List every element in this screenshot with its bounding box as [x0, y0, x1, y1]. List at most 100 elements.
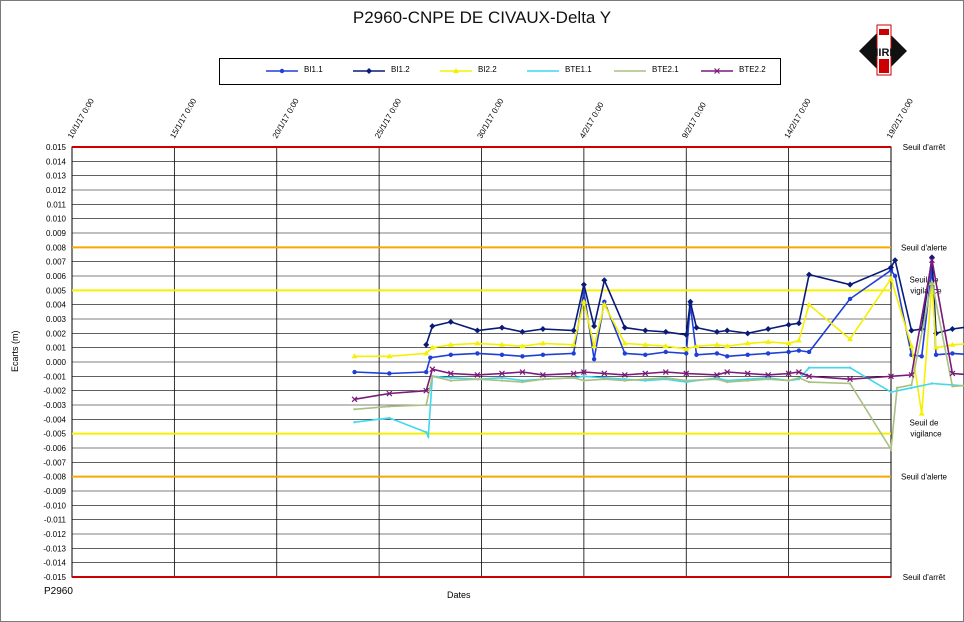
point-BI1.1 [475, 351, 480, 356]
point-BTE2.1 [889, 448, 893, 451]
y-tick-label: -0.011 [44, 516, 67, 525]
point-BTE2.1 [476, 378, 479, 381]
point-BTE2.1 [623, 379, 627, 382]
point-BI1.1 [424, 369, 429, 375]
point-BI1.1 [352, 369, 357, 375]
y-tick-label: -0.010 [43, 501, 66, 510]
y-tick-label: -0.001 [43, 372, 66, 381]
point-BI1.2 [474, 327, 481, 334]
point-BTE2.1 [500, 379, 504, 382]
y-tick-label: -0.005 [43, 430, 66, 439]
point-BI1.2 [662, 328, 669, 335]
y-tick-label: 0.015 [46, 143, 67, 152]
point-BI1.1 [387, 371, 392, 376]
point-BTE2.1 [425, 403, 428, 407]
y-tick-label: -0.002 [43, 387, 66, 396]
point-BTE2.1 [746, 379, 749, 382]
threshold-label: Seuil d'arrêt [903, 143, 946, 152]
point-BI1.2 [591, 323, 598, 330]
point-BTE1.1 [582, 375, 586, 378]
y-tick-label: -0.007 [43, 458, 66, 467]
point-BI2.2 [795, 337, 802, 343]
y-tick-label: 0.000 [46, 358, 67, 367]
point-BTE1.1 [425, 431, 428, 434]
point-BTE2.1 [603, 378, 606, 381]
point-BI1.2 [795, 320, 802, 327]
point-BI1.1 [806, 349, 812, 355]
point-BI1.1 [540, 352, 546, 358]
y-tick-label: 0.009 [46, 229, 67, 238]
threshold-label: Seuil d'alerte [901, 473, 948, 482]
point-BTE2.1 [726, 380, 729, 384]
point-BTE2.1 [664, 376, 667, 379]
y-tick-label: 0.013 [46, 172, 67, 181]
point-BI1.1 [725, 354, 730, 359]
point-BTE2.1 [910, 383, 913, 387]
y-tick-label: 0.007 [46, 258, 67, 267]
point-BTE1.1 [930, 382, 934, 385]
y-tick-label: 0.001 [46, 344, 67, 353]
y-tick-label: 0.014 [46, 157, 67, 166]
y-tick-label: 0.003 [46, 315, 67, 324]
y-axis-label: Ecarts (m) [10, 330, 20, 373]
y-tick-label: -0.006 [43, 444, 66, 453]
point-BTE2.1 [582, 379, 586, 382]
y-tick-label: -0.003 [43, 401, 66, 410]
y-tick-label: 0.011 [47, 200, 67, 209]
point-BI1.1 [919, 354, 924, 359]
point-BTE1.1 [427, 435, 430, 438]
point-BI1.2 [949, 326, 956, 333]
point-BI1.2 [693, 324, 700, 331]
x-tick-label: 15/1/17 0:00 [168, 96, 198, 140]
threshold-label: Seuil d'arrêt [903, 573, 946, 582]
point-BI1.1 [892, 273, 898, 279]
y-tick-label: -0.014 [43, 559, 66, 568]
point-BTE2.1 [807, 380, 811, 384]
point-BTE2.1 [715, 378, 719, 381]
point-BI1.1 [694, 352, 699, 358]
point-BI1.2 [642, 327, 649, 334]
point-BI2.2 [918, 410, 925, 416]
point-BI1.2 [423, 341, 430, 348]
point-BI1.1 [622, 351, 628, 356]
threshold-label: Seuil d'alerte [901, 243, 948, 252]
x-tick-label: 14/2/17 0:00 [783, 96, 813, 140]
y-tick-label: -0.013 [43, 544, 66, 553]
y-tick-label: 0.012 [46, 186, 67, 195]
x-tick-label: 10/1/17 0:00 [66, 96, 96, 140]
point-BI1.1 [499, 352, 505, 358]
point-BI1.2 [447, 318, 454, 325]
point-BTE2.1 [431, 375, 434, 378]
point-BI1.1 [786, 349, 791, 355]
x-tick-label: 25/1/17 0:00 [373, 96, 403, 140]
x-tick-label: 19/2/17 0:00 [885, 96, 915, 140]
point-BI1.2 [806, 271, 813, 278]
point-BI1.1 [663, 349, 668, 355]
point-BI1.2 [519, 328, 526, 335]
point-BI1.2 [847, 281, 854, 288]
point-BI1.2 [687, 298, 694, 305]
point-BI1.2 [498, 324, 505, 331]
y-tick-label: -0.012 [43, 530, 66, 539]
y-tick-label: 0.004 [46, 301, 67, 310]
point-BI1.2 [724, 327, 731, 334]
y-tick-label: 0.006 [46, 272, 67, 281]
point-BI1.2 [744, 330, 751, 337]
point-BI1.2 [713, 328, 720, 335]
point-BI1.2 [621, 324, 628, 331]
point-BI1.1 [765, 351, 771, 356]
point-BI1.2 [539, 326, 546, 333]
point-BI1.1 [796, 348, 802, 353]
x-axis-label: Dates [447, 590, 471, 600]
point-BI2.2 [806, 301, 813, 307]
x-tick-label: 20/1/17 0:00 [271, 96, 301, 140]
point-BTE1.1 [449, 376, 452, 379]
point-BTE2.1 [353, 408, 356, 411]
point-BTE2.1 [951, 385, 954, 388]
point-BTE1.1 [353, 421, 356, 424]
point-BTE2.1 [797, 376, 801, 379]
y-tick-label: 0.008 [46, 243, 67, 252]
point-BI1.2 [429, 323, 436, 330]
point-BTE2.1 [787, 379, 790, 382]
point-BTE2.1 [766, 378, 770, 381]
